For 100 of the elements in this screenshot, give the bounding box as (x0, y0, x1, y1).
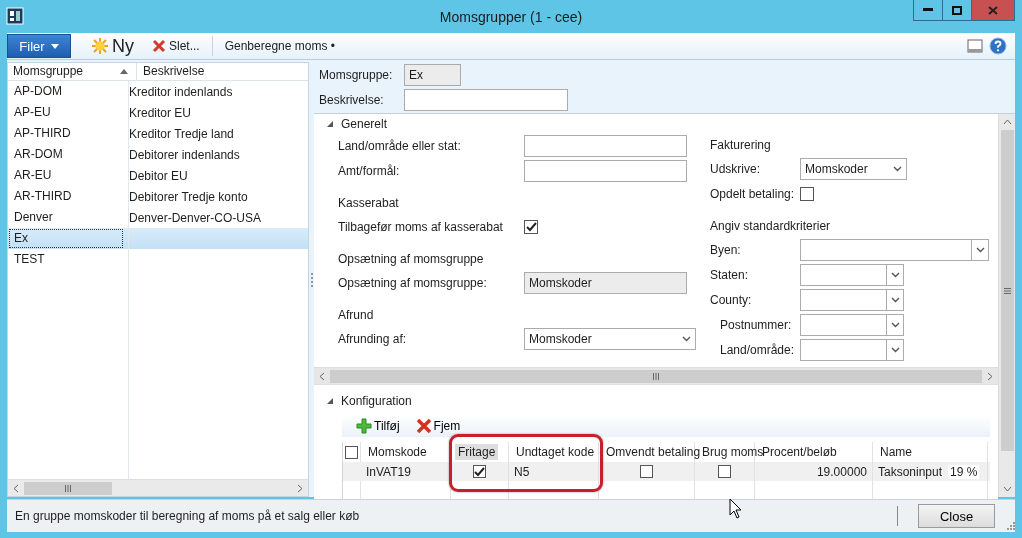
recalculate-button[interactable]: Genberegne moms • (218, 39, 341, 53)
list-row[interactable]: AP-DOM Kreditor indenlands (8, 81, 308, 102)
delete-button[interactable]: Slet... (146, 39, 206, 53)
group-description: Kreditor EU (128, 105, 193, 120)
group-description: Denver-Denver-CO-USA (128, 210, 263, 225)
dropdown-field[interactable]: Momskoder (800, 158, 907, 180)
panel-icon[interactable] (967, 39, 983, 53)
column-header[interactable]: Momsgruppe (8, 63, 137, 80)
scroll-up-icon (1002, 119, 1012, 125)
readonly-field: Momskoder (524, 272, 687, 294)
field-label: Postnummer: (719, 318, 793, 332)
group-description: Kreditor indenlands (128, 84, 234, 99)
field-label: Tilbagefør moms af kasserabat (338, 220, 504, 234)
dropdown-caret-icon (682, 336, 691, 342)
group-code: AP-THIRD (13, 125, 72, 142)
section-title[interactable]: Konfiguration (341, 394, 412, 408)
column-header[interactable]: Fritage (455, 444, 499, 460)
scroll-down-icon (1002, 486, 1012, 492)
grip-icon (653, 372, 659, 380)
group-description: Debitor EU (128, 168, 189, 183)
list-row[interactable]: Ex (8, 228, 308, 249)
group-code: AP-DOM (13, 83, 63, 100)
group-heading: Kasserabat (338, 195, 400, 212)
dropdown-caret-icon (893, 166, 902, 172)
checkbox[interactable] (473, 465, 486, 478)
remove-button[interactable]: Fjem (411, 418, 467, 434)
group-code: AR-DOM (13, 146, 64, 163)
collapse-triangle-icon[interactable] (326, 397, 334, 405)
checkbox[interactable] (640, 465, 653, 478)
vertical-scrollbar[interactable] (998, 114, 1015, 497)
field-label: Beskrivelse: (319, 93, 385, 107)
table-cell: 19.00000 (816, 464, 867, 479)
group-description: Debitorer Tredje konto (128, 189, 249, 204)
text-field[interactable] (524, 160, 687, 182)
combo-field[interactable] (800, 314, 904, 336)
add-button[interactable]: Tilføj (342, 418, 406, 434)
list-row[interactable]: AR-THIRD Debitorer Tredje konto (8, 186, 308, 207)
checkbox[interactable] (718, 465, 731, 478)
list-row[interactable]: Denver Denver-Denver-CO-USA (8, 207, 308, 228)
close-form-button[interactable]: Close (918, 504, 995, 528)
scroll-right-icon (297, 483, 303, 493)
field-label: Udskrive: (710, 162, 761, 176)
plus-icon (356, 418, 372, 434)
dropdown-field[interactable]: Momskoder (524, 328, 696, 350)
sort-ascending-icon (120, 69, 128, 74)
list-row[interactable]: AR-EU Debitor EU (8, 165, 308, 186)
horizontal-scrollbar[interactable] (314, 367, 998, 384)
column-header[interactable]: Beskrivelse (137, 63, 308, 80)
column-header[interactable]: Undtaget kode (513, 444, 598, 460)
column-header[interactable]: Name (877, 444, 915, 460)
sun-icon (91, 37, 109, 55)
list-row[interactable]: TEST (8, 249, 308, 270)
group-code: AR-THIRD (13, 188, 73, 205)
dropdown-caret-icon (890, 272, 900, 278)
combo-field[interactable] (800, 239, 989, 261)
list-row[interactable]: AR-DOM Debitorer indenlands (8, 144, 308, 165)
group-code: AR-EU (13, 167, 53, 184)
collapse-triangle-icon[interactable] (326, 120, 334, 128)
cross-icon (415, 418, 432, 434)
group-heading: Angiv standardkriterier (710, 218, 832, 235)
field-label: County: (710, 293, 753, 307)
field-label: Land/område: (719, 343, 796, 357)
group-heading: Fakturering (710, 137, 772, 154)
status-text: En gruppe momskoder til beregning af moms på et salg eller køb (15, 509, 360, 523)
close-button[interactable] (972, 0, 1014, 20)
combo-field[interactable] (800, 289, 904, 311)
group-description: Kreditor Tredje land (128, 126, 235, 141)
checkbox[interactable] (524, 220, 538, 234)
field-label: Opsætning af momsgruppe: (338, 276, 488, 290)
group-code: Ex (9, 229, 123, 248)
combo-field[interactable] (800, 264, 904, 286)
combo-field[interactable] (800, 339, 904, 361)
dropdown-caret-icon (890, 297, 900, 303)
field-label: Momsgruppe: (319, 68, 394, 82)
resize-grip-icon (1005, 520, 1015, 530)
checkbox[interactable] (800, 187, 814, 201)
group-code: TEST (13, 251, 46, 268)
group-heading: Opsætning af momsgruppe (338, 251, 485, 268)
section-title[interactable]: Generelt (341, 117, 388, 131)
text-field[interactable] (404, 89, 568, 111)
table-cell: 19 % (948, 464, 980, 479)
cross-icon (152, 39, 166, 53)
text-field[interactable] (524, 135, 687, 157)
new-button[interactable]: Ny (85, 35, 140, 57)
list-row[interactable]: AP-THIRD Kreditor Tredje land (8, 123, 308, 144)
horizontal-scrollbar[interactable] (8, 479, 308, 496)
column-header[interactable]: Momskode (365, 444, 430, 460)
table-cell: Taksoninput (878, 464, 943, 479)
file-menu-button[interactable]: Filer (7, 34, 71, 58)
minimize-icon (923, 8, 933, 12)
grip-icon (65, 484, 71, 492)
dropdown-caret-icon (50, 43, 59, 49)
dropdown-caret-icon (890, 347, 900, 353)
scroll-left-icon (319, 371, 325, 381)
select-all-checkbox[interactable] (345, 445, 358, 459)
column-header[interactable]: Omvendt betaling (603, 444, 704, 460)
list-row[interactable]: AP-EU Kreditor EU (8, 102, 308, 123)
group-heading: Afrund (338, 307, 375, 324)
help-icon[interactable] (989, 37, 1007, 55)
scroll-right-icon (987, 371, 993, 381)
